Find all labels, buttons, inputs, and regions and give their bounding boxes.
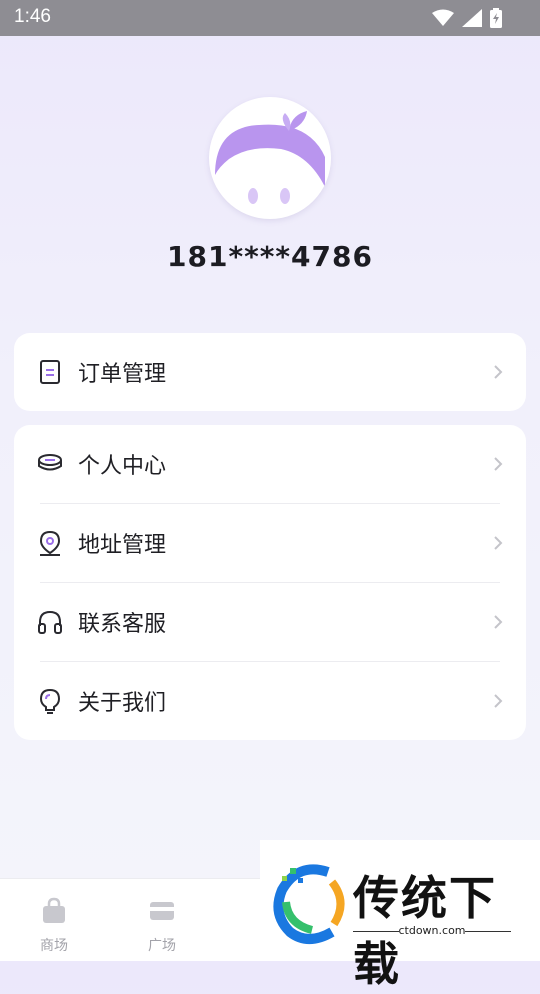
location-pin-icon xyxy=(39,530,61,556)
battery-icon xyxy=(490,8,502,28)
menu-item-personal-center[interactable]: 个人中心 xyxy=(14,425,526,503)
card-icon xyxy=(150,902,174,920)
menu-item-label: 个人中心 xyxy=(78,454,167,479)
menu-item-label: 地址管理 xyxy=(78,533,167,558)
status-icons xyxy=(432,8,502,28)
chevron-right-icon xyxy=(494,365,503,379)
lightbulb-icon xyxy=(39,688,61,714)
user-phone: 181****4786 xyxy=(167,240,373,273)
menu-card: 个人中心 地址管理 联系客服 关于我们 xyxy=(14,425,526,740)
chevron-right-icon xyxy=(494,615,503,629)
orders-card: 订单管理 xyxy=(14,333,526,411)
order-document-icon xyxy=(40,360,60,384)
menu-item-about-us[interactable]: 关于我们 xyxy=(14,662,526,740)
menu-item-label: 关于我们 xyxy=(78,691,167,716)
chevron-right-icon xyxy=(494,694,503,708)
status-bar: 1:46 xyxy=(0,0,540,36)
menu-item-customer-service[interactable]: 联系客服 xyxy=(14,583,526,661)
menu-item-label: 订单管理 xyxy=(78,362,167,387)
coin-stack-icon xyxy=(38,454,62,471)
avatar-illustration xyxy=(212,100,328,216)
signal-icon xyxy=(462,9,482,27)
tab-label: 商场 xyxy=(40,938,68,954)
watermark-overlay: 传统下载 ctdown.com xyxy=(260,840,540,991)
shopping-bag-icon xyxy=(43,897,65,923)
wifi-icon xyxy=(432,9,454,26)
tab-square[interactable]: 广场 xyxy=(108,879,216,961)
chevron-right-icon xyxy=(494,536,503,550)
tab-label: 广场 xyxy=(148,938,176,954)
avatar[interactable] xyxy=(209,97,331,219)
tab-mall[interactable]: 商场 xyxy=(0,879,108,961)
watermark-logo-icon xyxy=(273,864,345,944)
headset-icon xyxy=(38,610,62,634)
watermark-url: ctdown.com xyxy=(398,924,466,937)
status-time: 1:46 xyxy=(14,6,51,27)
menu-item-label: 联系客服 xyxy=(78,612,167,637)
menu-item-address[interactable]: 地址管理 xyxy=(14,504,526,582)
menu-item-orders[interactable]: 订单管理 xyxy=(14,333,526,411)
chevron-right-icon xyxy=(494,457,503,471)
